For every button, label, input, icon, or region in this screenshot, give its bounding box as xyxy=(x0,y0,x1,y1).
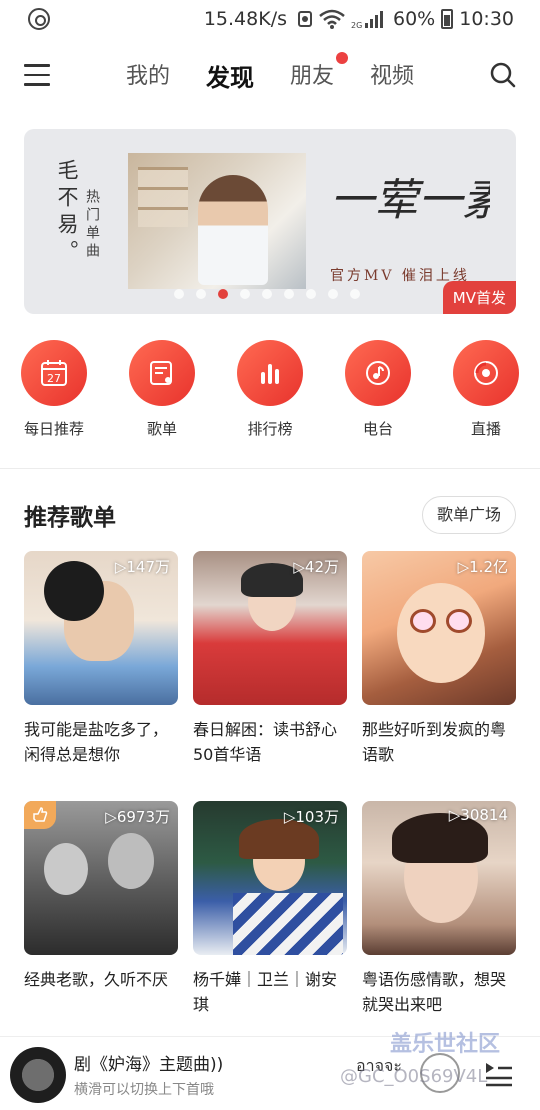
carousel-dot[interactable] xyxy=(306,289,316,299)
playlist-square-button[interactable]: 歌单广场 xyxy=(421,496,516,534)
live-icon xyxy=(474,361,498,385)
network-speed: 15.48K/s xyxy=(203,8,287,30)
carousel-dots xyxy=(174,289,360,299)
network-type-label: 2G xyxy=(351,21,362,29)
carousel-dot[interactable] xyxy=(350,289,360,299)
play-count: ▷1.2亿 xyxy=(457,558,508,576)
divider xyxy=(0,468,540,469)
banner-photo xyxy=(128,153,306,289)
screenshot-icon xyxy=(298,11,312,27)
category-label: 排行榜 xyxy=(247,420,293,438)
calendar-icon: 27 xyxy=(41,360,67,386)
banner-carousel[interactable]: 毛不易。 热门单曲 一荤一素 官方MV 催泪上线 MV首发 xyxy=(24,129,516,314)
playlist-name: 杨千嬅｜卫兰｜谢安琪 xyxy=(193,970,338,1014)
calendar-day: 27 xyxy=(47,372,61,385)
category-radio[interactable]: 电台 xyxy=(344,340,412,450)
carousel-dot[interactable] xyxy=(196,289,206,299)
swipe-hint: 横滑可以切换上下首哦 xyxy=(74,1082,214,1098)
tab-friends-label: 朋友 xyxy=(289,64,334,89)
carousel-dot[interactable] xyxy=(262,289,272,299)
radio-icon xyxy=(366,361,390,385)
category-charts[interactable]: 排行榜 xyxy=(236,340,304,450)
carousel-dot[interactable] xyxy=(328,289,338,299)
battery-percent: 60% xyxy=(393,8,436,30)
playlist-cover: ▷147万 xyxy=(24,551,178,705)
category-live[interactable]: 直播 xyxy=(452,340,520,450)
signal-icon: 2G xyxy=(351,11,383,29)
carousel-dot[interactable] xyxy=(174,289,184,299)
status-bar: 15.48K/s 2G 60% 10:30 xyxy=(0,0,540,38)
tab-friends[interactable]: 朋友 xyxy=(289,52,348,93)
now-playing-title: 剧《妒海》主题曲)) xyxy=(74,1055,224,1075)
search-icon[interactable] xyxy=(490,62,516,88)
playlist-card[interactable]: ▷147万 我可能是盐吃多了，闲得总是想你 xyxy=(24,551,178,767)
netease-notification-icon xyxy=(28,8,50,30)
watermark-handle: @GC_O0S69V4L xyxy=(340,1066,488,1087)
playlist-cover: ▷30814 xyxy=(362,801,516,955)
category-label: 歌单 xyxy=(146,420,177,438)
carousel-dot[interactable] xyxy=(218,289,228,299)
carousel-dot[interactable] xyxy=(284,289,294,299)
wifi-icon xyxy=(319,9,345,29)
playlist-icon xyxy=(150,361,172,385)
playlist-name: 经典老歌，久听不厌 xyxy=(24,970,169,989)
playlist-name: 我可能是盐吃多了，闲得总是想你 xyxy=(24,720,169,764)
watermark-logo: 盖乐世社区 xyxy=(390,1032,501,1057)
playlist-cover: ▷1.2亿 xyxy=(362,551,516,705)
playlist-name: 那些好听到发疯的粤语歌 xyxy=(362,720,507,764)
banner-calligraphy: 一荤一素 xyxy=(330,175,490,226)
playlist-card[interactable]: ▷6973万 经典老歌，久听不厌 xyxy=(24,801,178,1017)
carousel-dot[interactable] xyxy=(240,289,250,299)
playlist-name: 粤语伤感情歌，想哭就哭出来吧 xyxy=(362,970,507,1014)
playlist-card[interactable]: ▷42万 春日解困：读书舒心50首华语 xyxy=(193,551,347,767)
playlist-card[interactable]: ▷103万 杨千嬅｜卫兰｜谢安琪 xyxy=(193,801,347,1017)
playlist-cover: ▷103万 xyxy=(193,801,347,955)
category-daily[interactable]: 27 每日推荐 xyxy=(20,340,88,450)
category-label: 直播 xyxy=(470,420,501,438)
play-count: ▷42万 xyxy=(293,558,339,576)
playlist-card[interactable]: ▷1.2亿 那些好听到发疯的粤语歌 xyxy=(362,551,516,767)
play-count: ▷30814 xyxy=(448,806,508,824)
playlist-queue-icon[interactable] xyxy=(484,1059,514,1087)
banner-artist: 毛不易。 xyxy=(55,159,79,267)
category-label: 每日推荐 xyxy=(23,420,84,438)
tab-mine[interactable]: 我的 xyxy=(126,58,170,93)
play-count: ▷6973万 xyxy=(105,808,170,826)
notification-dot xyxy=(336,52,348,64)
clock: 10:30 xyxy=(459,8,514,30)
tab-video[interactable]: 视频 xyxy=(370,58,414,93)
playlist-card[interactable]: ▷30814 粤语伤感情歌，想哭就哭出来吧 xyxy=(362,801,516,1017)
section-title: 推荐歌单 xyxy=(24,505,116,531)
playlist-cover: ▷42万 xyxy=(193,551,347,705)
playlist-badge xyxy=(24,801,56,829)
category-row: 27 每日推荐 歌单 排行榜 电台 直播 xyxy=(0,340,540,450)
thumb-icon xyxy=(33,807,48,822)
nav-tabs: 我的 发现 朋友 视频 xyxy=(0,52,540,93)
play-count: ▷103万 xyxy=(283,808,339,826)
category-label: 电台 xyxy=(362,420,393,438)
banner-subtitle: 热门单曲 xyxy=(84,189,100,261)
category-playlist[interactable]: 歌单 xyxy=(128,340,196,450)
battery-icon xyxy=(441,9,454,29)
playlist-cover: ▷6973万 xyxy=(24,801,178,955)
playlist-grid: ▷147万 我可能是盐吃多了，闲得总是想你 ▷42万 春日解困：读书舒心50首华… xyxy=(24,551,516,1017)
playlist-name: 春日解困：读书舒心50首华语 xyxy=(193,720,338,764)
top-nav: 我的 发现 朋友 视频 xyxy=(0,44,540,108)
mv-tag: MV首发 xyxy=(442,281,516,314)
tab-discover[interactable]: 发现 xyxy=(206,58,254,93)
banner-calligraphy-text: 一荤一素 xyxy=(330,175,490,226)
play-count: ▷147万 xyxy=(114,558,170,576)
album-disc[interactable] xyxy=(10,1047,66,1103)
chart-icon xyxy=(261,364,279,384)
